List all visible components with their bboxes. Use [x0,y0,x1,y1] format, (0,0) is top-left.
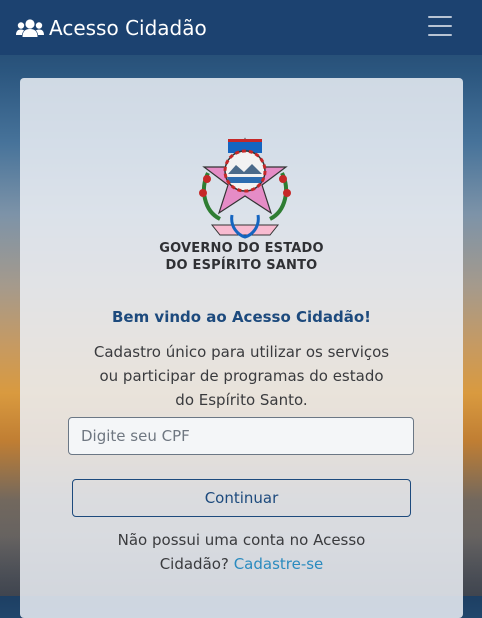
signup-text-line1: Não possui uma conta no Acesso [117,531,366,549]
login-card: GOVERNO DO ESTADO DO ESPÍRITO SANTO Bem … [20,78,463,618]
continue-button[interactable]: Continuar [72,479,411,517]
org-name-line1: GOVERNO DO ESTADO [159,241,324,256]
signup-link[interactable]: Cadastre-se [234,555,324,573]
hamburger-menu-icon[interactable] [428,16,452,37]
navbar: Acesso Cidadão [0,0,482,55]
signup-prompt: Não possui uma conta no Acesso Cidadão? … [20,528,463,576]
description: Cadastro único para utilizar os serviços… [20,340,463,412]
cpf-input[interactable] [68,417,414,455]
description-line: Cadastro único para utilizar os serviços [93,343,390,361]
welcome-heading: Bem vindo ao Acesso Cidadão! [111,308,372,326]
description-line: do Espírito Santo. [175,391,308,409]
signup-text-line2: Cidadão? Cadastre-se [20,552,463,576]
brand[interactable]: Acesso Cidadão [16,16,207,40]
description-line: ou participar de programas do estado [99,367,384,385]
users-icon [16,18,44,37]
org-name-line2: DO ESPÍRITO SANTO [165,258,318,273]
brand-name: Acesso Cidadão [49,15,207,40]
signup-text: Cidadão? [159,555,229,573]
